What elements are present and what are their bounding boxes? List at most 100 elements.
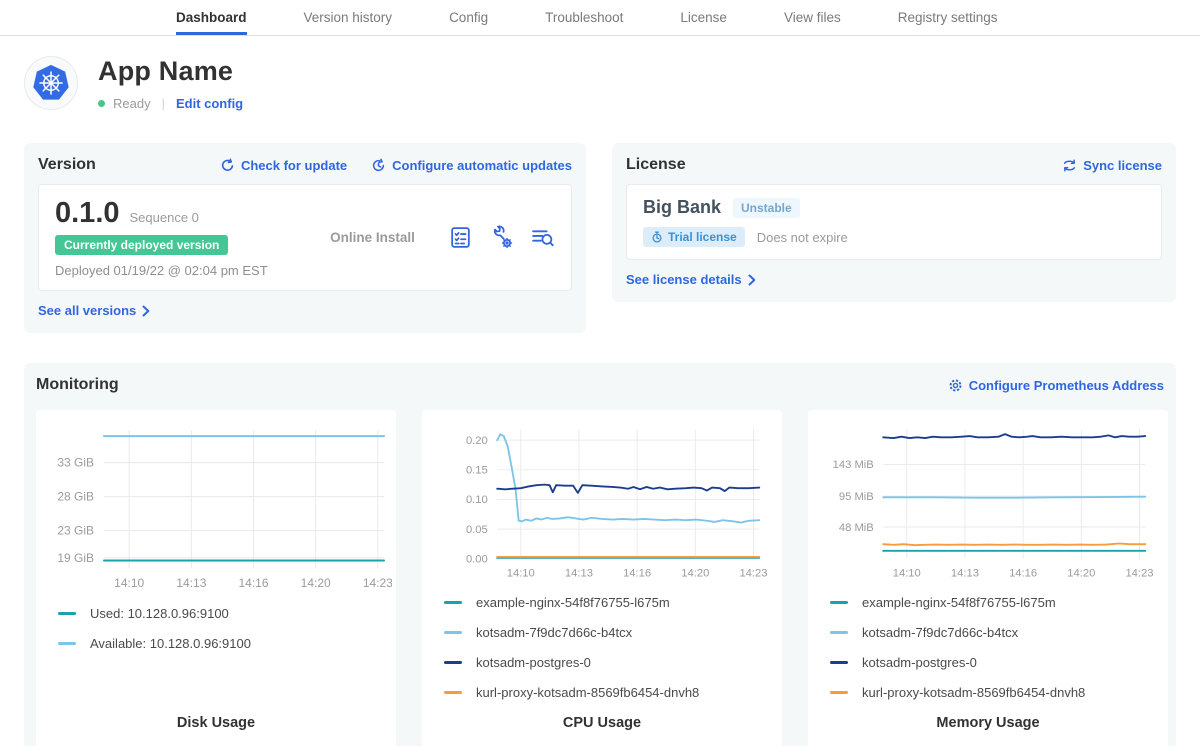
svg-text:23 GiB: 23 GiB — [57, 524, 94, 538]
svg-text:14:16: 14:16 — [623, 567, 651, 579]
legend-label: example-nginx-54f8f76755-l675m — [862, 595, 1056, 610]
svg-text:33 GiB: 33 GiB — [57, 456, 94, 470]
sync-arrows-icon — [1062, 158, 1077, 173]
legend-item: kotsadm-postgres-0 — [444, 655, 782, 670]
svg-text:14:23: 14:23 — [363, 576, 392, 590]
edit-config-link[interactable]: Edit config — [176, 96, 243, 111]
version-sequence: Sequence 0 — [130, 210, 199, 225]
view-logs-icon[interactable] — [530, 225, 555, 250]
legend-label: example-nginx-54f8f76755-l675m — [476, 595, 670, 610]
deployed-badge: Currently deployed version — [55, 235, 228, 255]
tab-registry-settings[interactable]: Registry settings — [898, 0, 998, 35]
svg-text:14:23: 14:23 — [1125, 567, 1153, 579]
see-license-details-link[interactable]: See license details — [626, 272, 756, 287]
legend-dash-icon — [58, 612, 76, 615]
status-dot — [98, 100, 105, 107]
tab-version-history[interactable]: Version history — [304, 0, 393, 35]
legend-label: kotsadm-7f9dc7d66c-b4tcx — [862, 625, 1018, 640]
legend-item: Available: 10.128.0.96:9100 — [58, 636, 396, 651]
legend-label: kotsadm-postgres-0 — [862, 655, 977, 670]
svg-text:143 MiB: 143 MiB — [833, 459, 874, 471]
chart-legend: example-nginx-54f8f76755-l675m kotsadm-7f… — [808, 583, 1168, 715]
chart-legend: Used: 10.128.0.96:9100 Available: 10.128.… — [36, 594, 396, 666]
legend-item: kurl-proxy-kotsadm-8569fb6454-dnvh8 — [444, 685, 782, 700]
install-type-label: Online Install — [297, 230, 448, 245]
legend-dash-icon — [444, 601, 462, 604]
app-header: App Name Ready | Edit config — [24, 56, 1176, 111]
svg-text:0.10: 0.10 — [466, 494, 488, 506]
license-expiration: Does not expire — [757, 230, 848, 245]
trial-license-badge: Trial license — [643, 227, 745, 247]
legend-item: kurl-proxy-kotsadm-8569fb6454-dnvh8 — [830, 685, 1168, 700]
svg-text:0.20: 0.20 — [466, 435, 488, 447]
legend-item: kotsadm-7f9dc7d66c-b4tcx — [830, 625, 1168, 640]
legend-dash-icon — [830, 691, 848, 694]
svg-text:14:20: 14:20 — [1067, 567, 1095, 579]
svg-text:14:10: 14:10 — [507, 567, 535, 579]
svg-text:95 MiB: 95 MiB — [839, 491, 874, 503]
chart-card-cpu-usage: 0.000.050.100.150.2014:1014:1314:1614:20… — [422, 410, 782, 746]
customer-name: Big Bank — [643, 197, 721, 218]
legend-dash-icon — [830, 601, 848, 604]
legend-label: kurl-proxy-kotsadm-8569fb6454-dnvh8 — [862, 685, 1085, 700]
legend-dash-icon — [444, 691, 462, 694]
see-all-versions-link[interactable]: See all versions — [38, 303, 150, 318]
legend-label: kurl-proxy-kotsadm-8569fb6454-dnvh8 — [476, 685, 699, 700]
svg-text:28 GiB: 28 GiB — [57, 490, 94, 504]
chart-plot-cpu-usage[interactable]: 0.000.050.100.150.2014:1014:1314:1614:20… — [426, 422, 778, 583]
gear-icon — [948, 378, 963, 393]
chart-plot-memory-usage[interactable]: 48 MiB95 MiB143 MiB14:1014:1314:1614:201… — [812, 422, 1164, 583]
legend-label: kotsadm-postgres-0 — [476, 655, 591, 670]
svg-text:14:20: 14:20 — [301, 576, 331, 590]
svg-text:0.05: 0.05 — [466, 524, 488, 536]
legend-item: kotsadm-7f9dc7d66c-b4tcx — [444, 625, 782, 640]
app-status: Ready — [113, 96, 151, 111]
monitoring-section: Monitoring Configure Prometheus Address … — [24, 363, 1176, 746]
configure-automatic-updates-link[interactable]: Configure automatic updates — [371, 158, 572, 173]
charts-row: 19 GiB23 GiB28 GiB33 GiB14:1014:1314:161… — [36, 410, 1164, 746]
svg-text:14:16: 14:16 — [1009, 567, 1037, 579]
config-wrench-gear-icon[interactable] — [489, 225, 514, 250]
chart-title: Disk Usage — [36, 715, 396, 731]
legend-item: kotsadm-postgres-0 — [830, 655, 1168, 670]
sync-license-link[interactable]: Sync license — [1062, 158, 1162, 173]
legend-label: Used: 10.128.0.96:9100 — [90, 606, 229, 621]
preflight-checks-icon[interactable] — [448, 225, 473, 250]
license-card-title: License — [626, 156, 686, 174]
chart-card-memory-usage: 48 MiB95 MiB143 MiB14:1014:1314:1614:201… — [808, 410, 1168, 746]
legend-dash-icon — [444, 661, 462, 664]
chart-title: Memory Usage — [808, 715, 1168, 731]
legend-dash-icon — [830, 631, 848, 634]
chart-plot-disk-usage[interactable]: 19 GiB23 GiB28 GiB33 GiB14:1014:1314:161… — [40, 422, 392, 594]
svg-text:14:20: 14:20 — [681, 567, 709, 579]
legend-item: example-nginx-54f8f76755-l675m — [830, 595, 1168, 610]
license-panel: Big Bank Unstable Trial license — [626, 184, 1162, 260]
version-card: Version Check for update — [24, 143, 586, 333]
legend-item: Used: 10.128.0.96:9100 — [58, 606, 396, 621]
auto-update-clock-icon — [371, 158, 386, 173]
tab-dashboard[interactable]: Dashboard — [176, 0, 247, 35]
configure-prometheus-link[interactable]: Configure Prometheus Address — [948, 378, 1164, 393]
chart-title: CPU Usage — [422, 715, 782, 731]
stopwatch-icon — [651, 231, 663, 243]
chart-card-disk-usage: 19 GiB23 GiB28 GiB33 GiB14:1014:1314:161… — [36, 410, 396, 746]
chevron-right-icon — [142, 305, 150, 317]
legend-dash-icon — [830, 661, 848, 664]
divider: | — [159, 96, 168, 111]
monitoring-title: Monitoring — [36, 376, 119, 394]
svg-text:14:13: 14:13 — [565, 567, 593, 579]
page-title: App Name — [98, 56, 243, 87]
tab-troubleshoot[interactable]: Troubleshoot — [545, 0, 623, 35]
svg-text:0.00: 0.00 — [466, 553, 488, 565]
top-nav: Dashboard Version history Config Trouble… — [0, 0, 1200, 36]
current-version-panel: 0.1.0 Sequence 0 Currently deployed vers… — [38, 184, 572, 291]
legend-item: example-nginx-54f8f76755-l675m — [444, 595, 782, 610]
tab-license[interactable]: License — [680, 0, 727, 35]
chevron-right-icon — [748, 274, 756, 286]
kubernetes-logo-icon — [24, 56, 78, 110]
check-for-update-link[interactable]: Check for update — [220, 158, 347, 173]
tab-config[interactable]: Config — [449, 0, 488, 35]
refresh-icon — [220, 158, 235, 173]
tab-view-files[interactable]: View files — [784, 0, 841, 35]
svg-text:14:10: 14:10 — [893, 567, 921, 579]
